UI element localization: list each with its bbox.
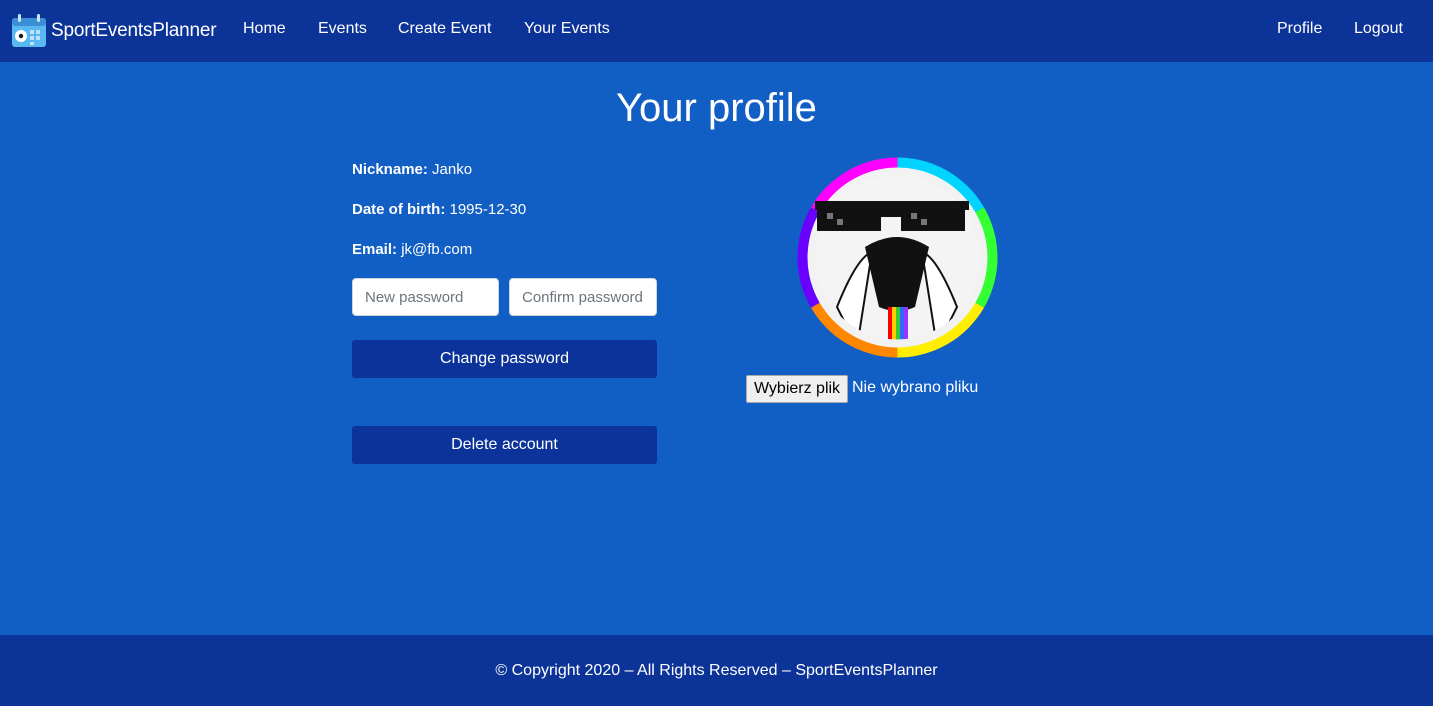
nickname-value: Janko — [432, 161, 473, 178]
avatar — [797, 157, 998, 358]
nav-home[interactable]: Home — [243, 20, 286, 38]
confirm-password-input[interactable] — [509, 278, 657, 316]
nav-logout[interactable]: Logout — [1354, 20, 1403, 38]
page-title: Your profile — [616, 86, 817, 130]
email-label: Email: — [352, 241, 398, 258]
change-password-button[interactable]: Change password — [352, 340, 657, 378]
calendar-soccer-icon — [12, 14, 46, 47]
dob-label: Date of birth: — [352, 201, 446, 218]
brand-link[interactable]: SportEventsPlanner — [11, 14, 217, 48]
dob-row: Date of birth: 1995-12-30 — [352, 201, 526, 218]
nav-events[interactable]: Events — [318, 20, 367, 38]
email-row: Email: jk@fb.com — [352, 241, 472, 258]
deal-with-it-ghost-avatar-icon — [797, 157, 998, 358]
nickname-label: Nickname: — [352, 161, 428, 178]
dob-value: 1995-12-30 — [449, 201, 527, 218]
footer: © Copyright 2020 – All Rights Reserved –… — [0, 635, 1433, 706]
nav-profile[interactable]: Profile — [1277, 20, 1322, 38]
delete-account-button[interactable]: Delete account — [352, 426, 657, 464]
choose-file-button[interactable]: Wybierz plik — [746, 375, 848, 403]
file-status-text: Nie wybrano pliku — [852, 379, 979, 396]
footer-copyright: © Copyright 2020 – All Rights Reserved –… — [495, 661, 938, 679]
nav-create-event[interactable]: Create Event — [398, 20, 491, 38]
email-value: jk@fb.com — [401, 241, 473, 258]
new-password-input[interactable] — [352, 278, 499, 316]
nickname-row: Nickname: Janko — [352, 161, 472, 178]
brand-name: SportEventsPlanner — [51, 20, 217, 41]
navbar: SportEventsPlanner Home Events Create Ev… — [0, 0, 1433, 62]
nav-your-events[interactable]: Your Events — [524, 20, 610, 38]
